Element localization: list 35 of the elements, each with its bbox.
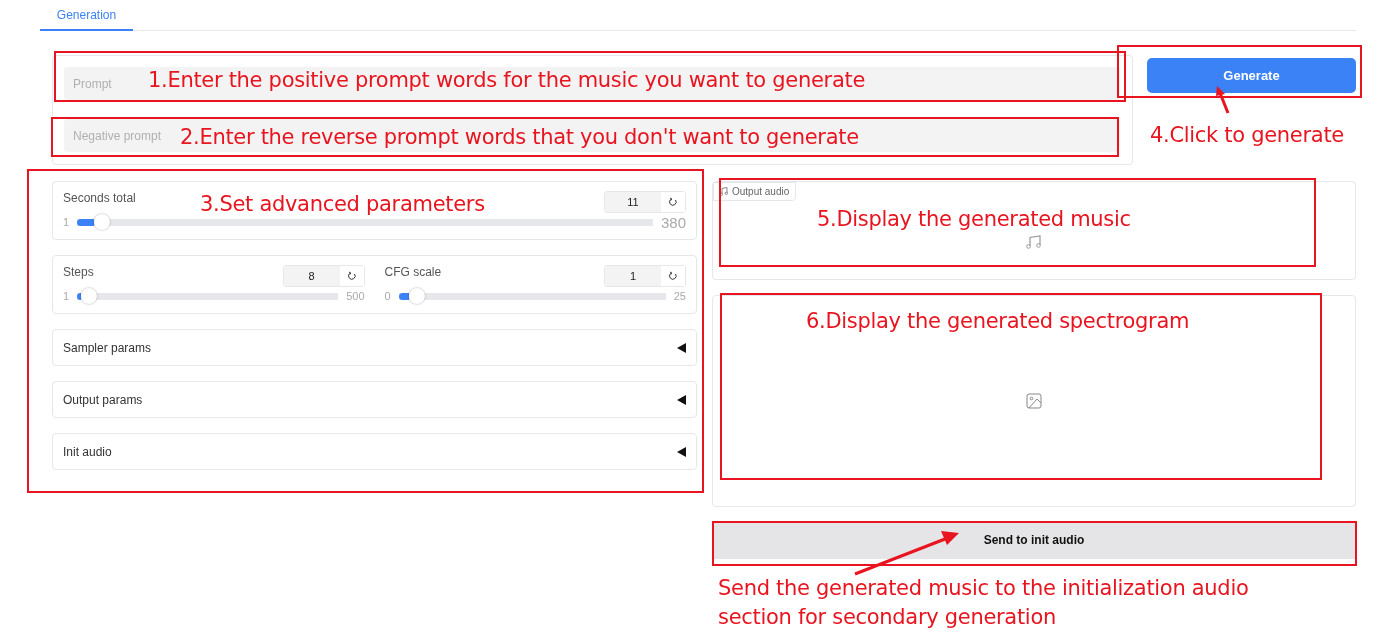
accordion-header[interactable]: Sampler params: [52, 329, 697, 366]
slider-min: 0: [384, 290, 391, 302]
reset-icon: [668, 271, 678, 281]
slider-min: 1: [63, 216, 70, 228]
number-field[interactable]: 8: [282, 265, 365, 287]
generate-button[interactable]: Generate: [1147, 58, 1356, 93]
reset-icon: [346, 271, 357, 281]
annotation-text: Send the generated music to the initialization audio section for secondary generation: [718, 575, 1250, 631]
slider-label: Seconds total: [63, 191, 136, 205]
number-field[interactable]: 11: [604, 191, 686, 213]
slider-max: 25: [673, 290, 686, 302]
annotation-text: 3.Set advanced parameters: [200, 192, 485, 216]
accordion-header[interactable]: Output params: [52, 381, 697, 418]
music-note-icon: [1026, 234, 1042, 249]
tab[interactable]: Generation: [40, 0, 133, 31]
slider-label: CFG scale: [384, 265, 442, 279]
annotation-text: 1.Enter the positive prompt words for the music you want to generate: [148, 68, 865, 92]
slider-max: 500: [346, 290, 365, 302]
reset-icon: [668, 197, 678, 207]
annotation-text: 5.Display the generated music: [817, 207, 1131, 231]
image-icon: [1026, 393, 1042, 409]
accordion-header[interactable]: Init audio: [52, 433, 697, 470]
slider-thumb[interactable]: [80, 288, 97, 304]
panel-label-text: Output audio: [732, 186, 790, 197]
music-note-icon: [720, 187, 728, 196]
number-field[interactable]: 1: [604, 265, 686, 287]
slider-thumb[interactable]: [409, 288, 426, 304]
annotation-text: 4.Click to generate: [1150, 123, 1344, 147]
slider-min: 1: [63, 290, 70, 302]
slider-thumb[interactable]: [94, 214, 111, 230]
slider-max: 380: [660, 213, 686, 231]
annotation-text: 2.Enter the reverse prompt words that you don't want to generate: [180, 125, 859, 149]
slider-label: Steps: [63, 265, 94, 279]
send-to-init-audio-button[interactable]: Send to init audio: [712, 521, 1356, 559]
annotation-text: 6.Display the generated spectrogram: [806, 309, 1190, 333]
